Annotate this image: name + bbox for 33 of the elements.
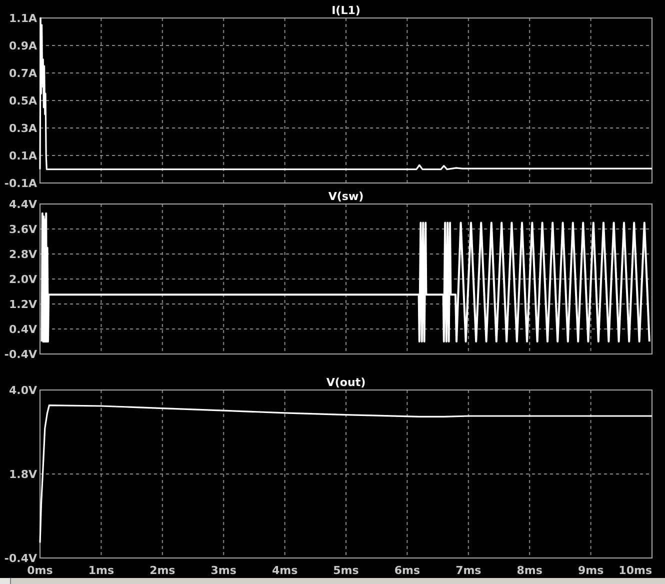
x-axis-label: 9ms — [578, 564, 604, 577]
y-axis-label: 4.4V — [9, 198, 37, 211]
x-axis-label: 0ms — [27, 564, 53, 577]
y-axis-label: 4.0V — [9, 384, 37, 397]
x-axis-label: 4ms — [272, 564, 298, 577]
y-axis-label: 1.1A — [9, 12, 37, 25]
y-axis-label: 2.8V — [9, 248, 37, 261]
y-axis-label: 0.9A — [9, 40, 37, 52]
x-axis-label: 10ms — [618, 564, 652, 577]
y-axis-label: 0.5A — [9, 94, 37, 108]
y-axis-label: 0.1A — [9, 150, 37, 162]
y-axis-label: 0.4V — [9, 323, 37, 336]
y-axis-label: 3.6V — [9, 223, 37, 236]
y-axis-label: 1.2V — [9, 298, 37, 311]
trace-name[interactable]: V(sw) — [328, 190, 364, 203]
y-axis-label: 0.3A — [9, 122, 37, 135]
x-axis-label: 2ms — [150, 564, 176, 577]
y-axis-label: -0.4V — [4, 348, 37, 361]
y-axis-label: -0.4V — [4, 552, 37, 565]
x-axis-label: 6ms — [394, 564, 420, 577]
y-axis-label: 1.8V — [9, 468, 37, 481]
y-axis-label: -0.1A — [4, 177, 37, 188]
scroll-button[interactable] — [0, 578, 11, 584]
x-axis-label: 7ms — [456, 564, 482, 577]
scrollbar[interactable] — [0, 578, 665, 584]
trace-name[interactable]: V(out) — [326, 376, 366, 389]
y-axis-label: 0.7A — [9, 67, 37, 80]
x-axis-label: 1ms — [88, 564, 114, 577]
trace-name[interactable]: I(L1) — [332, 4, 360, 17]
x-axis-label: 3ms — [210, 564, 236, 577]
y-axis-label: 2.0V — [9, 273, 37, 286]
x-axis-label: 8ms — [516, 564, 542, 577]
x-axis-label: 5ms — [333, 564, 359, 577]
